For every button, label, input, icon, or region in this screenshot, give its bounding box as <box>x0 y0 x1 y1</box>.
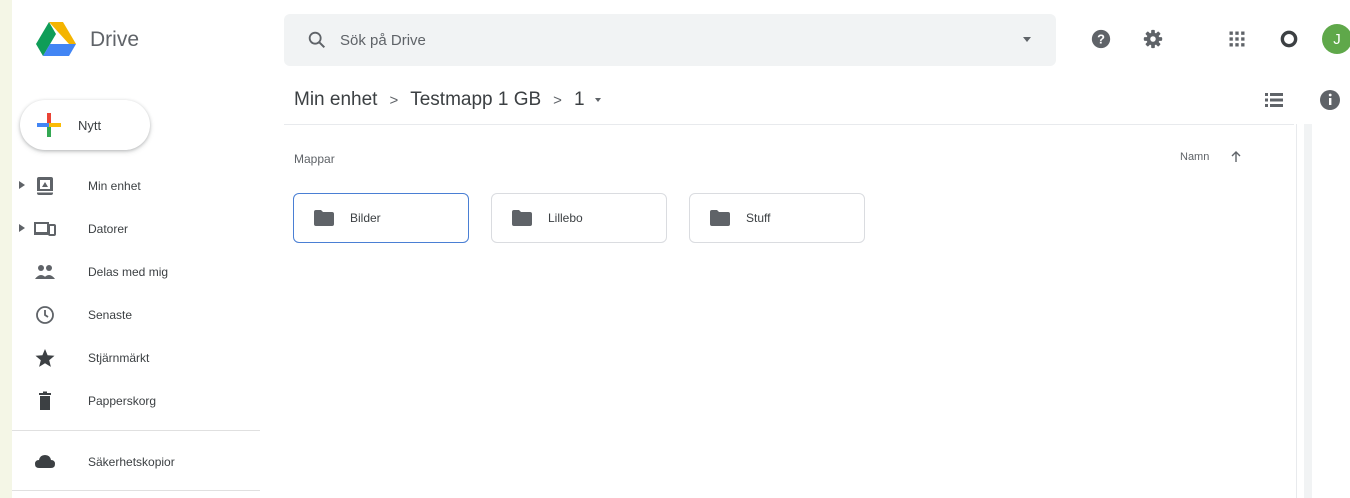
right-panel-divider <box>1296 124 1297 498</box>
sort-direction-arrow-up-icon[interactable] <box>1229 150 1243 164</box>
apps-grid-icon <box>1229 31 1245 47</box>
notification-ring-icon <box>1280 30 1298 48</box>
sidebar-item-label: Min enhet <box>88 178 141 193</box>
breadcrumb-item-current-folder[interactable]: 1 <box>574 89 585 111</box>
folders-section-title: Mappar <box>294 152 335 166</box>
computers-icon <box>34 222 56 236</box>
folder-grid: Bilder Lillebo Stuff <box>293 193 887 243</box>
chevron-right-icon: > <box>389 91 399 109</box>
help-button[interactable]: ? <box>1086 24 1116 54</box>
sidebar-item-trash[interactable]: Papperskorg <box>12 379 260 422</box>
chevron-down-icon[interactable] <box>593 95 603 105</box>
breadcrumb-item-my-drive[interactable]: Min enhet <box>294 89 377 111</box>
sidebar-item-label: Delas med mig <box>88 264 169 279</box>
folder-name: Stuff <box>746 211 771 225</box>
sidebar-divider <box>12 430 260 431</box>
sidebar-item-starred[interactable]: Stjärnmärkt <box>12 336 260 379</box>
sort-label[interactable]: Namn <box>1180 151 1209 163</box>
sidebar-item-shared-with-me[interactable]: Delas med mig <box>12 250 260 293</box>
sidebar-item-backups[interactable]: Säkerhetskopior <box>12 440 260 483</box>
folder-card-stuff[interactable]: Stuff <box>689 193 865 243</box>
cloud-icon <box>35 455 55 468</box>
product-name[interactable]: Drive <box>90 28 139 52</box>
sidebar-item-label: Datorer <box>88 221 129 236</box>
info-icon[interactable] <box>1318 88 1342 112</box>
new-button[interactable]: Nytt <box>20 100 150 150</box>
folder-card-bilder[interactable]: Bilder <box>293 193 469 243</box>
apps-button[interactable] <box>1222 24 1252 54</box>
gear-icon <box>1143 29 1163 49</box>
notifications-button[interactable] <box>1274 24 1304 54</box>
trash-icon <box>39 391 51 410</box>
search-options-caret-icon[interactable] <box>1022 34 1032 44</box>
breadcrumb: Min enhet > Testmapp 1 GB > 1 <box>294 86 603 114</box>
sidebar-item-my-drive[interactable]: Min enhet <box>12 164 260 207</box>
shared-people-icon <box>35 265 55 279</box>
help-icon: ? <box>1091 29 1111 49</box>
list-view-icon[interactable] <box>1262 88 1286 112</box>
drive-logo-icon[interactable] <box>36 22 76 58</box>
folder-card-lillebo[interactable]: Lillebo <box>491 193 667 243</box>
new-button-label: Nytt <box>78 117 102 133</box>
sidebar-item-computers[interactable]: Datorer <box>12 207 260 250</box>
settings-button[interactable] <box>1138 24 1168 54</box>
sidebar-nav: Min enhet Datorer Delas med mig Senaste … <box>12 164 260 422</box>
search-bar[interactable] <box>284 14 1056 66</box>
expand-arrow-icon[interactable] <box>18 223 26 233</box>
sidebar-item-label: Säkerhetskopior <box>88 454 175 469</box>
folder-icon <box>710 210 730 226</box>
sort-control[interactable]: Namn <box>1180 150 1243 164</box>
folder-name: Lillebo <box>548 211 583 225</box>
plus-icon <box>37 113 61 137</box>
toolbar-divider <box>284 124 1294 125</box>
expand-arrow-icon[interactable] <box>18 180 26 190</box>
search-input[interactable] <box>340 31 980 49</box>
star-icon <box>35 349 55 367</box>
sidebar-item-label: Papperskorg <box>88 393 157 408</box>
avatar[interactable]: J <box>1322 24 1350 54</box>
search-icon[interactable] <box>306 29 328 51</box>
scrollbar-track[interactable] <box>1304 124 1312 498</box>
sidebar-item-label: Stjärnmärkt <box>88 350 150 365</box>
folder-icon <box>512 210 532 226</box>
chevron-right-icon: > <box>553 91 562 109</box>
breadcrumb-item-testmapp[interactable]: Testmapp 1 GB <box>410 89 541 111</box>
sidebar-item-label: Senaste <box>88 307 133 322</box>
my-drive-icon <box>37 177 53 195</box>
clock-icon <box>36 306 54 324</box>
folder-icon <box>314 210 334 226</box>
sidebar-divider <box>12 490 260 491</box>
svg-text:?: ? <box>1097 32 1105 47</box>
folder-name: Bilder <box>350 211 381 225</box>
sidebar-item-recent[interactable]: Senaste <box>12 293 260 336</box>
drive-app: Drive ? <box>12 0 1350 498</box>
